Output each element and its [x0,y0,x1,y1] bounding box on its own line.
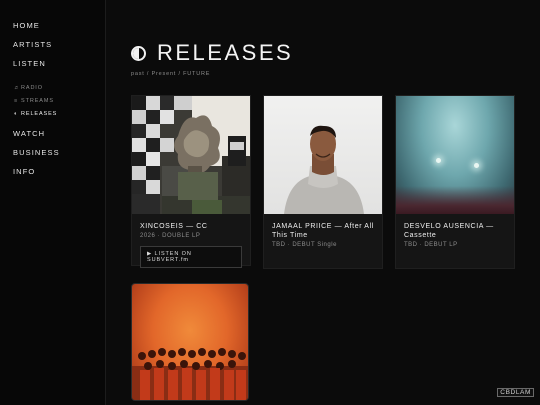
light-spot [436,158,441,163]
nav-sub-radio[interactable]: ♬RADIO [13,83,103,96]
music-note-icon: ♬ [14,85,21,91]
collage-image [132,96,250,214]
release-card-choir[interactable] [131,283,251,401]
art-floor [396,186,514,214]
nav-home[interactable]: HOME [13,20,103,39]
album-art-choir [131,283,249,401]
nav-sub-releases-label: RELEASES [21,111,58,117]
nav-business[interactable]: BUSINESS [13,147,103,166]
half-circle-icon [131,45,146,61]
nav-sub-releases[interactable]: ◐ RELEASES [13,109,103,122]
album-art-collage [132,96,250,214]
light-spot [474,163,479,168]
nav-listen[interactable]: LISTEN [13,58,103,77]
sidebar: HOME ARTISTS LISTEN ♬RADIO ≡ STREAMS ◐ REL… [0,0,106,405]
listen-button[interactable]: ▶ LISTEN ON SUBVERT.fm [140,246,242,268]
release-info: TBD · DEBUT LP [404,242,458,248]
release-title: JAMAAL PRIICE — After All This Time [272,223,374,239]
release-card-xincoseis[interactable]: XINCOSEIS — CC 2026 · DOUBLE LP ▶ LISTEN… [131,95,251,268]
nav-watch[interactable]: WATCH [13,128,103,147]
main-nav: HOME ARTISTS LISTEN ♬RADIO ≡ STREAMS ◐ REL… [13,20,103,185]
nav-artists[interactable]: ARTISTS [13,39,103,58]
card-meta: DESVELO AUSENCIA — Cassette TBD · DEBUT … [396,214,514,248]
release-title: DESVELO AUSENCIA — Cassette [404,223,494,239]
nav-sub-radio-label: RADIO [21,85,43,91]
nav-sub-streams[interactable]: ≡ STREAMS [13,96,103,109]
release-title: XINCOSEIS — CC [140,223,208,230]
nav-info[interactable]: INFO [13,166,103,185]
release-info: TBD · DEBUT Single [272,242,337,248]
breadcrumb: past / Present / FUTURE [131,71,211,77]
watermark-badge: CBDLAM [497,388,534,397]
release-info: 2026 · DOUBLE LP [140,233,201,239]
album-art-misty [396,96,514,214]
list-icon: ≡ [14,98,19,104]
portrait-image [284,125,364,214]
release-card-desvelo-ausencia[interactable]: DESVELO AUSENCIA — Cassette TBD · DEBUT … [395,95,515,269]
card-meta: JAMAAL PRIICE — After All This Time TBD … [264,214,382,248]
release-card-jamaal-priice[interactable]: JAMAAL PRIICE — After All This Time TBD … [263,95,383,269]
page-header: RELEASES [131,40,293,66]
half-circle-icon: ◐ [14,111,19,117]
page-title: RELEASES [157,40,294,65]
choir-image [132,348,248,400]
card-meta: XINCOSEIS — CC 2026 · DOUBLE LP ▶ LISTEN… [132,214,250,268]
album-art-portrait [264,96,382,214]
main-content: RELEASES past / Present / FUTURE XINCOSE… [106,0,540,405]
nav-sub-streams-label: STREAMS [21,98,54,104]
